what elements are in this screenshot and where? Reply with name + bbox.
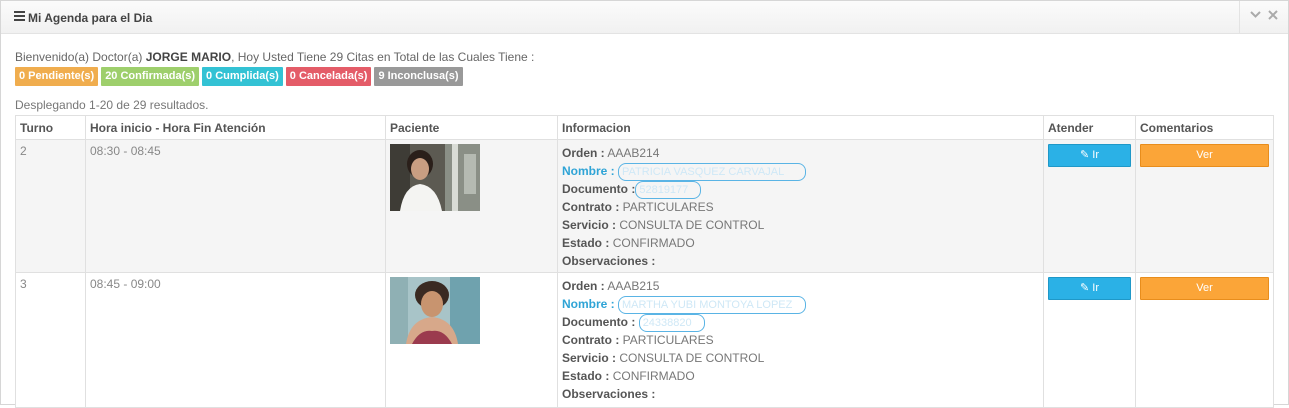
documento-value: 24338820 [638,313,705,332]
contrato-value: PARTICULARES [622,200,714,214]
panel-title: Mi Agenda para el Dia [28,11,153,25]
turno-cell: 2 [15,139,86,273]
results-summary: Desplegando 1-20 de 29 resultados. [15,98,209,112]
observaciones-label: Observaciones : [562,254,656,268]
atender-button[interactable]: ✎ Ir [1048,277,1131,300]
nombre-value: PATRICIA VASQUEZ CARVAJAL [618,162,807,181]
comentarios-cell: Ver [1135,139,1274,273]
agenda-panel: Mi Agenda para el Dia Bienvenido(a) Doct… [0,0,1289,408]
contrato-label: Contrato : [562,333,620,347]
badge-cumplida[interactable]: 0 Cumplida(s) [202,67,283,86]
servicio-value: CONSULTA DE CONTROL [619,351,765,365]
status-badges: 0 Pendiente(s) 20 Confirmada(s) 0 Cumpli… [15,67,463,86]
atender-cell: ✎ Ir [1043,272,1136,408]
table-header-row: Turno Hora inicio - Hora Fin Atención Pa… [15,115,1274,140]
orden-label: Orden : [562,146,605,160]
ver-button[interactable]: Ver [1140,277,1269,300]
servicio-value: CONSULTA DE CONTROL [619,218,765,232]
estado-label: Estado : [562,236,610,250]
paciente-cell [385,272,558,408]
estado-value: CONFIRMADO [612,236,695,250]
servicio-label: Servicio : [562,351,617,365]
welcome-prefix: Bienvenido(a) Doctor(a) [15,50,146,64]
patient-photo [390,277,480,344]
col-hora: Hora inicio - Hora Fin Atención [85,115,386,140]
informacion-cell: Orden : AAAB215 Nombre : MARTHA YUBI MON… [557,272,1044,408]
patient-photo [390,144,480,211]
badge-cancelada[interactable]: 0 Cancelada(s) [285,67,372,86]
doctor-name: JORGE MARIO [145,50,232,64]
comentarios-cell: Ver [1135,272,1274,408]
badge-pendiente[interactable]: 0 Pendiente(s) [15,67,99,86]
chevron-down-icon[interactable] [1249,9,1262,22]
paciente-cell [385,139,558,273]
informacion-cell: Orden : AAAB214 Nombre : PATRICIA VASQUE… [557,139,1044,273]
contrato-label: Contrato : [562,200,620,214]
turno-cell: 3 [15,272,86,408]
welcome-suffix: , Hoy Usted Tiene 29 Citas en Total de l… [231,50,535,64]
contrato-value: PARTICULARES [622,333,714,347]
col-informacion: Informacion [557,115,1044,140]
atender-button[interactable]: ✎ Ir [1048,144,1131,167]
appointments-table: Turno Hora inicio - Hora Fin Atención Pa… [15,115,1274,408]
pencil-icon: ✎ [1079,149,1090,161]
badge-confirmada[interactable]: 20 Confirmada(s) [101,67,200,86]
close-icon[interactable] [1266,9,1279,22]
col-atender: Atender [1043,115,1136,140]
nombre-label: Nombre : [562,164,615,178]
servicio-label: Servicio : [562,218,617,232]
ir-label: Ir [1092,282,1099,294]
table-row: 2 08:30 - 08:45 Orden : AAAB214 Nombre:… [15,139,1274,273]
orden-label: Orden : [562,279,605,293]
badge-inconclusa[interactable]: 9 Inconclusa(s) [374,67,463,86]
documento-label: Documento : [562,182,636,196]
orden-value: AAAB214 [607,146,660,160]
menu-icon [14,11,25,21]
documento-label: Documento : [562,315,636,329]
header-divider [1239,1,1240,33]
hora-cell: 08:30 - 08:45 [85,139,386,273]
estado-value: CONFIRMADO [612,369,695,383]
welcome-message: Bienvenido(a) Doctor(a) JORGE MARIO, Hoy… [15,50,534,64]
table-row: 3 08:45 - 09:00 Orden : AAAB215 Nombre:… [15,272,1274,408]
nombre-label: Nombre : [562,297,615,311]
estado-label: Estado : [562,369,610,383]
col-paciente: Paciente [385,115,558,140]
panel-header: Mi Agenda para el Dia [1,1,1288,34]
atender-cell: ✎ Ir [1043,139,1136,273]
col-turno: Turno [15,115,86,140]
orden-value: AAAB215 [607,279,660,293]
col-comentarios: Comentarios [1135,115,1274,140]
hora-cell: 08:45 - 09:00 [85,272,386,408]
ver-button[interactable]: Ver [1140,144,1269,167]
nombre-value: MARTHA YUBI MONTOYA LOPEZ [618,295,807,314]
ir-label: Ir [1092,149,1099,161]
documento-value: 52819177 [635,180,702,199]
pencil-icon: ✎ [1079,282,1090,294]
observaciones-label: Observaciones : [562,387,656,401]
